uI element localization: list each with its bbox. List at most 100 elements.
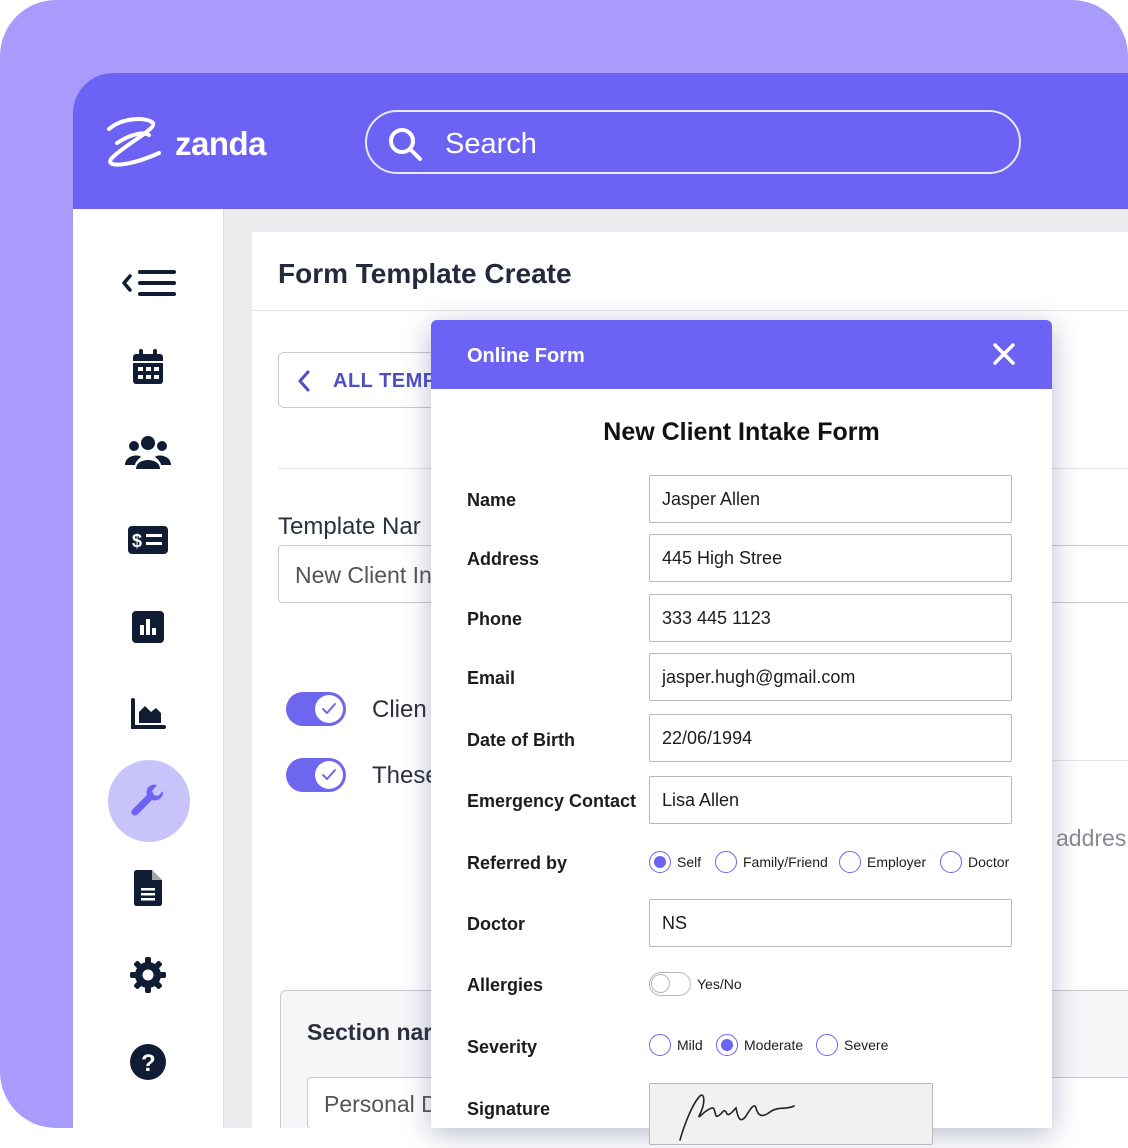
referred-by-label: Referred by: [467, 853, 568, 873]
check-icon: [322, 769, 336, 780]
document-icon: [134, 870, 162, 906]
signature-pad[interactable]: [649, 1083, 933, 1145]
radio-button: [816, 1034, 838, 1056]
radio-button: [839, 851, 861, 873]
allergies-label: Allergies: [467, 975, 544, 995]
section-name-value: Personal D: [324, 1091, 438, 1117]
sidebar-item-help[interactable]: ?: [73, 1032, 223, 1092]
sidebar-item-settings[interactable]: [73, 945, 223, 1005]
zanda-logo[interactable]: zanda: [103, 113, 267, 175]
row-divider: [1052, 760, 1128, 761]
emergency-contact-value: Lisa Allen: [662, 790, 740, 810]
check-icon: [322, 703, 336, 714]
radio-label: Moderate: [744, 1037, 804, 1053]
signature-drawing: [679, 1094, 795, 1141]
emergency-contact-field[interactable]: Lisa Allen: [649, 776, 1012, 824]
radio-label: Mild: [677, 1037, 703, 1053]
toggle-these[interactable]: [286, 758, 346, 792]
radio-button: [940, 851, 962, 873]
sidebar-item-billing[interactable]: $: [73, 510, 223, 570]
toggle-client[interactable]: [286, 692, 346, 726]
top-bar: zanda Search: [73, 73, 1128, 209]
radio-employer[interactable]: Employer: [839, 851, 926, 873]
email-field[interactable]: jasper.hugh@gmail.com: [649, 653, 1012, 701]
sidebar: $ ?: [73, 209, 224, 1128]
doctor-label: Doctor: [467, 914, 525, 934]
form-title: New Client Intake Form: [603, 418, 880, 446]
search-input[interactable]: Search: [445, 128, 537, 161]
name-field[interactable]: Jasper Allen: [649, 475, 1012, 523]
gear-icon: [130, 957, 166, 993]
name-label: Name: [467, 490, 517, 510]
radio-severe[interactable]: Severe: [816, 1034, 888, 1056]
template-name-value: New Client In: [295, 562, 432, 588]
phone-label: Phone: [467, 609, 523, 629]
radio-self[interactable]: Self: [649, 851, 701, 873]
severity-label: Severity: [467, 1037, 538, 1057]
section-name-label: Section nar: [307, 1019, 433, 1045]
radio-label: Self: [677, 854, 702, 870]
radio-doctor[interactable]: Doctor: [940, 851, 1009, 873]
radio-label: Family/Friend: [743, 854, 828, 870]
svg-text:$: $: [132, 531, 142, 551]
dob-field[interactable]: 22/06/1994: [649, 714, 1012, 762]
radio-mild[interactable]: Mild: [649, 1034, 703, 1056]
sidebar-item-analytics[interactable]: [73, 684, 223, 744]
online-form-modal: Online Form New Client Intake Form Name …: [431, 320, 1052, 1145]
close-icon[interactable]: [992, 342, 1016, 366]
analytics-icon: [131, 698, 166, 729]
sidebar-item-collapse[interactable]: [73, 253, 223, 313]
allergies-toggle[interactable]: [649, 972, 691, 996]
reports-icon: [132, 611, 164, 643]
toggle-client-label: Clien: [372, 696, 427, 723]
chevron-left-icon: [298, 370, 310, 392]
email-value: jasper.hugh@gmail.com: [662, 667, 856, 687]
billing-icon: $: [128, 526, 168, 554]
sidebar-item-clients[interactable]: [73, 423, 223, 483]
doctor-value: NS: [662, 913, 688, 933]
name-value: Jasper Allen: [662, 489, 761, 509]
toggle-these-label: These: [372, 762, 439, 789]
address-field[interactable]: 445 High Stree: [649, 534, 1012, 582]
radio-moderate[interactable]: Moderate: [716, 1034, 803, 1056]
collapse-menu-icon: [122, 270, 176, 296]
radio-button: [649, 851, 671, 873]
dob-value: 22/06/1994: [662, 728, 753, 748]
modal-header: Online Form: [431, 320, 1052, 389]
phone-field[interactable]: 333 445 1123: [649, 594, 1012, 642]
toggle-knob: [315, 761, 343, 789]
zanda-logo-icon: [107, 117, 161, 167]
radio-button: [716, 1034, 738, 1056]
doctor-field[interactable]: NS: [649, 899, 1012, 947]
radio-label: Employer: [867, 854, 927, 870]
sidebar-item-tools[interactable]: [73, 760, 223, 842]
radio-button: [715, 851, 737, 873]
toggle-knob: [651, 974, 670, 993]
search-icon: [389, 128, 422, 161]
radio-button: [649, 1034, 671, 1056]
svg-text:?: ?: [141, 1050, 156, 1077]
brand-name: zanda: [175, 125, 267, 162]
emergency-contact-label: Emergency Contact: [467, 791, 637, 811]
address-label: Address: [467, 549, 540, 569]
title-divider: [252, 310, 1128, 311]
allergies-toggle-label: Yes/No: [697, 976, 742, 992]
sidebar-item-calendar[interactable]: [73, 337, 223, 397]
phone-value: 333 445 1123: [662, 608, 771, 628]
sidebar-item-documents[interactable]: [73, 858, 223, 918]
modal-title: Online Form: [467, 345, 585, 367]
toggle-knob: [315, 695, 343, 723]
radio-family-friend[interactable]: Family/Friend: [715, 851, 828, 873]
wrench-icon: [131, 784, 164, 816]
sidebar-item-reports[interactable]: [73, 597, 223, 657]
help-icon: ?: [130, 1044, 166, 1080]
email-label: Email: [467, 668, 516, 688]
template-name-label: Template Nar: [278, 513, 421, 540]
clients-icon: [125, 436, 171, 469]
signature-label: Signature: [467, 1099, 551, 1119]
radio-label: Doctor: [968, 854, 1010, 870]
dob-label: Date of Birth: [467, 730, 575, 750]
all-templates-label: ALL TEMP: [333, 370, 437, 392]
radio-label: Severe: [844, 1037, 889, 1053]
search-bar[interactable]: Search: [365, 110, 1021, 174]
